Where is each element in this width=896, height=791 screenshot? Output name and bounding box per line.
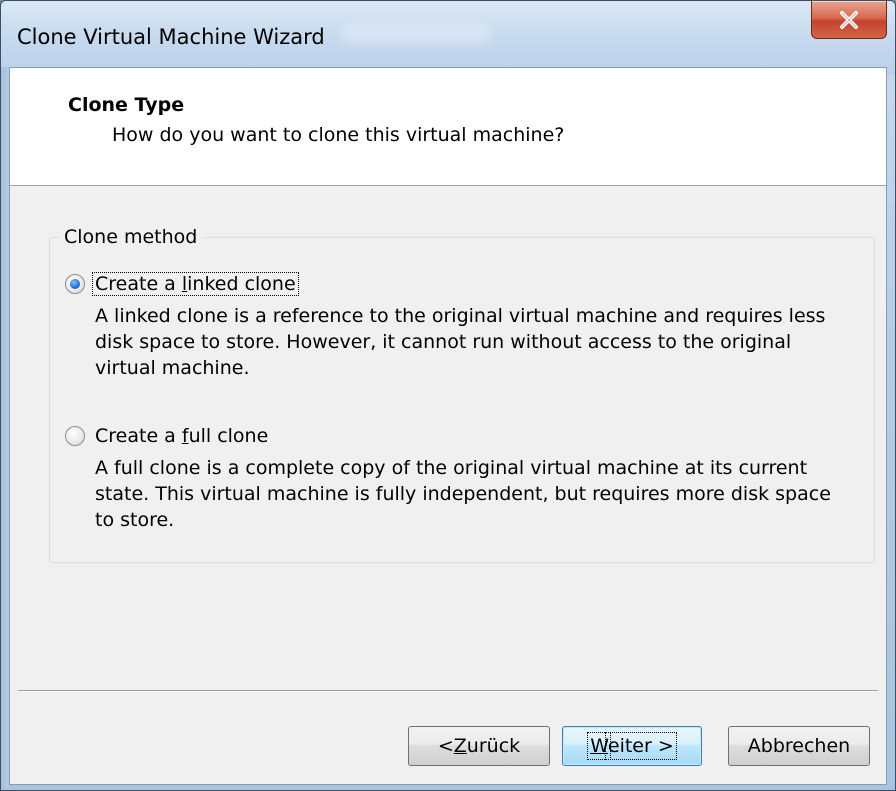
back-button[interactable]: < Zurück bbox=[408, 726, 550, 766]
full-clone-radio[interactable] bbox=[65, 426, 85, 446]
window-title: Clone Virtual Machine Wizard bbox=[17, 25, 325, 49]
linked-clone-radio[interactable] bbox=[65, 274, 85, 294]
wizard-header: Clone Type How do you want to clone this… bbox=[10, 68, 886, 186]
window-frame-left bbox=[1, 67, 9, 790]
page-title: Clone Type bbox=[68, 94, 185, 116]
close-icon bbox=[840, 10, 858, 29]
wizard-content: Clone Type How do you want to clone this… bbox=[9, 67, 887, 785]
next-button[interactable]: Weiter > bbox=[562, 726, 702, 766]
button-separator bbox=[18, 690, 878, 692]
linked-clone-label[interactable]: Create a linked clone bbox=[92, 272, 299, 296]
dialog-window: Clone Virtual Machine Wizard Clone Type … bbox=[0, 0, 896, 791]
title-bar[interactable]: Clone Virtual Machine Wizard bbox=[1, 1, 895, 75]
full-clone-option[interactable]: Create a full clone bbox=[65, 425, 270, 447]
title-bar-glass bbox=[341, 23, 491, 45]
full-clone-description: A full clone is a complete copy of the o… bbox=[95, 457, 831, 531]
close-button[interactable] bbox=[811, 1, 887, 39]
page-subtitle: How do you want to clone this virtual ma… bbox=[112, 124, 565, 146]
linked-clone-description: A linked clone is a reference to the ori… bbox=[95, 305, 826, 379]
linked-clone-option[interactable]: Create a linked clone bbox=[65, 272, 299, 296]
clone-method-label: Clone method bbox=[59, 226, 203, 248]
full-clone-label[interactable]: Create a full clone bbox=[93, 425, 270, 447]
cancel-button[interactable]: Abbrechen bbox=[728, 726, 870, 766]
